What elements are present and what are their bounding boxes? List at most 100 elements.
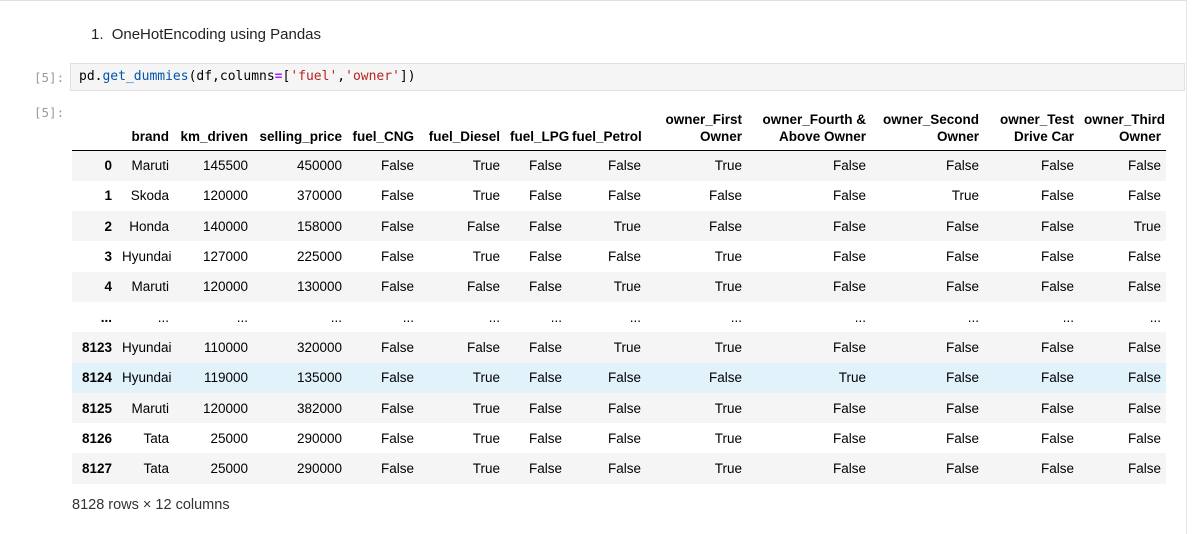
table-cell: False	[1127, 461, 1161, 477]
table-cell: Tata	[143, 461, 169, 477]
row-index: 8125	[81, 400, 112, 416]
code-cell[interactable]: pd.get_dummies(df,columns=['fuel','owner…	[70, 63, 1185, 91]
table-cell: 130000	[296, 279, 342, 295]
table-cell: True	[472, 249, 500, 265]
table-cell: False	[945, 400, 979, 416]
row-index: 4	[104, 279, 112, 295]
table-row: 8125 Maruti 120000 382000 False True False Fals…	[72, 392, 1166, 424]
table-cell: Maruti	[131, 158, 169, 174]
table-cell: False	[607, 249, 641, 265]
table-cell: False	[528, 339, 562, 355]
table-cell: False	[832, 158, 866, 174]
code-token: pd.	[79, 69, 103, 84]
table-cell: False	[1040, 188, 1074, 204]
table-cell: 320000	[296, 339, 342, 355]
table-row: 0 Maruti 145500 450000 False True False False Tr…	[72, 150, 1166, 181]
table-cell: True	[951, 188, 979, 204]
code-token: =	[274, 69, 283, 84]
table-cell: False	[466, 218, 500, 234]
table-cell: False	[832, 430, 866, 446]
table-row: 8127 Tata 25000 290000 False True False False Tr…	[72, 453, 1166, 484]
table-cell: False	[607, 158, 641, 174]
markdown-cell[interactable]: 1. OneHotEncoding using Pandas	[91, 26, 321, 43]
table-cell: Maruti	[131, 279, 169, 295]
table-row: 8126 Tata 25000 290000 False True False False Tr…	[72, 423, 1166, 453]
table-cell: False	[380, 339, 414, 355]
list-number: 1.	[91, 26, 104, 43]
table-cell: False	[832, 400, 866, 416]
table-cell: False	[1127, 400, 1161, 416]
column-header: owner_Second Owner	[871, 105, 984, 151]
table-cell: False	[1040, 430, 1074, 446]
table-header: brand km_driven selling_price fuel_CNG fuel_…	[72, 105, 1166, 151]
column-header: brand	[117, 105, 174, 151]
row-index: 3	[104, 249, 112, 265]
code-token: 'owner'	[345, 69, 400, 84]
table-cell: False	[380, 218, 414, 234]
table-cell: False	[832, 279, 866, 295]
table-cell: 120000	[202, 188, 248, 204]
table-cell: False	[1127, 188, 1161, 204]
table-cell: 120000	[202, 279, 248, 295]
table-cell: 135000	[296, 370, 342, 386]
table-cell: True	[714, 461, 742, 477]
table-cell: True	[472, 400, 500, 416]
table-cell: False	[1040, 279, 1074, 295]
table-cell: 119000	[203, 370, 248, 386]
table-cell: False	[1127, 249, 1161, 265]
table-cell: True	[714, 249, 742, 265]
table-row: 8123 Hyundai 110000 320000 False False False Tr…	[72, 332, 1166, 363]
table-cell: False	[528, 188, 562, 204]
table-cell: False	[832, 188, 866, 204]
table-cell: False	[607, 188, 641, 204]
table-cell: False	[1040, 158, 1074, 174]
table-cell: Hyundai	[122, 249, 172, 265]
row-index: 1	[104, 188, 112, 204]
table-cell: False	[380, 370, 414, 386]
table-cell: False	[1040, 339, 1074, 355]
table-cell: False	[945, 430, 979, 446]
column-header: fuel_Diesel	[419, 105, 505, 151]
table-cell: False	[528, 461, 562, 477]
table-cell: False	[945, 279, 979, 295]
column-header: owner_Test Drive Car	[984, 105, 1079, 151]
table-row: 2 Honda 140000 158000 False False False True Fal…	[72, 211, 1166, 242]
table-cell: False	[380, 279, 414, 295]
table-cell: 120000	[202, 400, 248, 416]
table-cell: True	[613, 279, 641, 295]
column-header: fuel_Petrol	[567, 105, 646, 151]
table-cell: False	[945, 370, 979, 386]
table-row: 1 Skoda 120000 370000 False True False False Fal…	[72, 181, 1166, 211]
table-cell: ...	[730, 309, 742, 325]
table-cell: False	[380, 249, 414, 265]
table-cell: False	[708, 188, 742, 204]
table-cell: True	[714, 430, 742, 446]
table-cell: ...	[488, 309, 500, 325]
table-cell: 110000	[203, 339, 248, 355]
table-cell: False	[528, 158, 562, 174]
table-cell: ...	[854, 309, 866, 325]
table-cell: Tata	[143, 430, 169, 446]
table-cell: False	[945, 249, 979, 265]
row-index: ...	[100, 309, 112, 325]
table-cell: True	[838, 370, 866, 386]
table-cell: True	[714, 400, 742, 416]
table-cell: False	[832, 249, 866, 265]
header-row: brand km_driven selling_price fuel_CNG fuel_…	[72, 105, 1166, 151]
table-cell: 158000	[296, 218, 342, 234]
table-cell: 225000	[296, 249, 342, 265]
table-row: 4 Maruti 120000 130000 False False False True Tr…	[72, 271, 1166, 302]
table-cell: True	[613, 339, 641, 355]
table-cell: True	[472, 461, 500, 477]
table-cell: False	[607, 370, 641, 386]
table-cell: True	[1133, 218, 1161, 234]
table-cell: True	[714, 158, 742, 174]
table-cell: True	[714, 279, 742, 295]
table-cell: ...	[550, 309, 562, 325]
row-index: 8126	[81, 430, 112, 446]
table-cell: False	[528, 430, 562, 446]
table-cell: 127000	[202, 249, 248, 265]
input-prompt: [5]:	[34, 70, 65, 85]
table-cell: True	[472, 370, 500, 386]
table-row: 3 Hyundai 127000 225000 False True False False T…	[72, 241, 1166, 271]
